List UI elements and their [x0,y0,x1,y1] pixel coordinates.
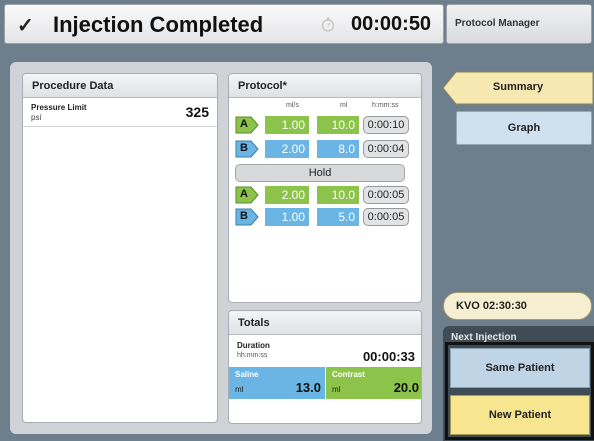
column-header-volume: ml [340,102,348,109]
syringe-label: A [240,188,248,200]
status-bar: ✓ Injection Completed 00:00:50 [4,4,444,44]
volume-field[interactable]: 10.0 [317,116,359,134]
flow-rate-field[interactable]: 2.00 [265,186,309,204]
syringe-label: B [240,210,248,222]
elapsed-time: 00:00:50 [351,13,432,35]
check-icon: ✓ [17,15,34,37]
summary-tab-label: Summary [492,81,544,93]
protocol-title: Protocol* [229,74,421,98]
syringe-a-tag: A [235,186,259,204]
timer-icon [321,17,335,32]
injection-status-title: Injection Completed [53,12,264,37]
new-patient-button[interactable]: New Patient [450,395,590,435]
contrast-unit: ml [332,385,341,394]
volume-field[interactable]: 10.0 [317,186,359,204]
summary-tab[interactable]: Summary [442,71,594,105]
phase-row[interactable]: B 1.00 5.0 0:00:05 [235,208,415,226]
total-duration-value: 00:00:33 [362,349,415,364]
duration-field[interactable]: 0:00:05 [363,208,409,226]
kvo-button[interactable]: KVO 02:30:30 [443,292,592,320]
saline-label: Saline [235,370,259,379]
procedure-data-title: Procedure Data [23,74,217,98]
phase-row[interactable]: A 2.00 10.0 0:00:05 [235,186,415,204]
saline-unit: ml [235,385,244,394]
graph-button[interactable]: Graph [456,111,592,145]
saline-total: Saline ml 13.0 [229,367,325,399]
column-header-duration: h:mm:ss [372,102,399,109]
protocol-panel: Protocol* ml/s ml h:mm:ss A 1.00 10.0 0:… [228,73,422,303]
hold-phase[interactable]: Hold [235,164,405,182]
saline-value: 13.0 [295,380,321,395]
duration-field[interactable]: 0:00:10 [363,116,409,134]
syringe-a-tag: A [235,116,259,134]
column-header-rate: ml/s [286,102,299,109]
volume-field[interactable]: 5.0 [317,208,359,226]
totals-panel: Totals Duration hh:mm:ss 00:00:33 Saline… [228,310,422,424]
duration-field[interactable]: 0:00:05 [363,186,409,204]
flow-rate-field[interactable]: 2.00 [265,140,309,158]
procedure-data-panel: Procedure Data Pressure Limit psi 325 [22,73,218,423]
main-panel: Procedure Data Pressure Limit psi 325 Pr… [10,62,432,434]
contrast-total: Contrast ml 20.0 [326,367,421,399]
duration-label: Duration [237,341,270,350]
protocol-manager-label: Protocol Manager [455,18,540,29]
flow-rate-field[interactable]: 1.00 [265,208,309,226]
totals-title: Totals [229,311,421,335]
same-patient-button[interactable]: Same Patient [450,348,590,388]
volume-field[interactable]: 8.0 [317,140,359,158]
flow-rate-field[interactable]: 1.00 [265,116,309,134]
pressure-limit-value: 325 [185,104,209,120]
phase-row[interactable]: B 2.00 8.0 0:00:04 [235,140,415,158]
contrast-label: Contrast [332,370,365,379]
phase-row[interactable]: A 1.00 10.0 0:00:10 [235,116,415,134]
syringe-b-tag: B [235,208,259,226]
contrast-value: 20.0 [393,380,419,395]
duration-field[interactable]: 0:00:04 [363,140,409,158]
divider [23,126,217,127]
syringe-b-tag: B [235,140,259,158]
pressure-limit-label: Pressure Limit [31,103,87,112]
pressure-unit: psi [31,113,42,122]
duration-unit: hh:mm:ss [237,352,268,359]
syringe-label: B [240,142,248,154]
protocol-manager-header[interactable]: Protocol Manager [446,4,592,44]
syringe-label: A [240,118,248,130]
